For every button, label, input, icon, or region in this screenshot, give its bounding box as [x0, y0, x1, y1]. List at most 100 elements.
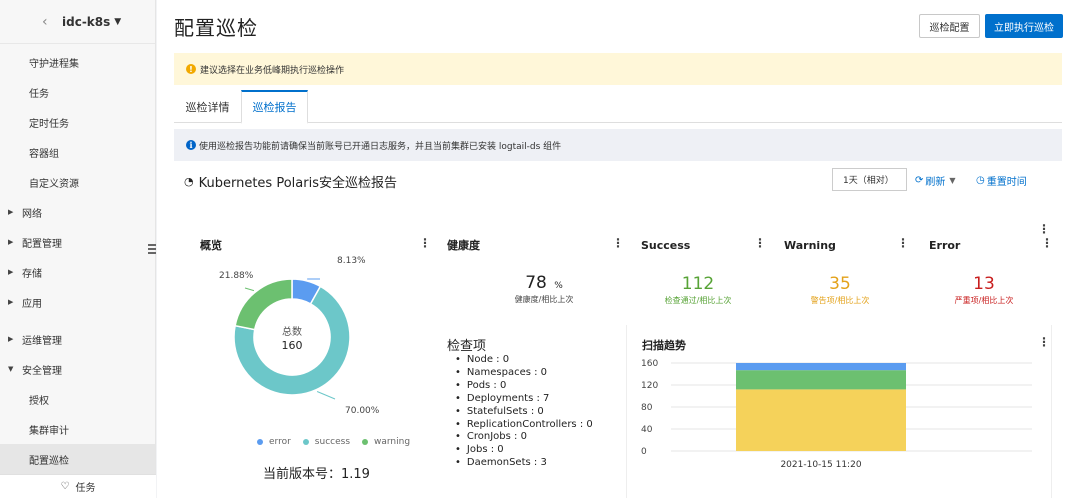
back-arrow-icon[interactable]: ‹ — [42, 14, 48, 30]
donut-center-label: 总数 — [282, 325, 302, 338]
check-item: Jobs : 0 — [455, 444, 593, 457]
sidebar-item-label: 自定义资源 — [29, 178, 79, 190]
refresh-button[interactable]: ⟳ 刷新 ▼ — [915, 173, 956, 188]
sidebar-item-inspection[interactable]: 配置巡检 — [0, 444, 155, 474]
check-item: Deployments : 7 — [455, 393, 593, 406]
chevron-down-icon: ▼ — [949, 176, 956, 185]
check-item: Node : 0 — [455, 354, 593, 367]
error-more-icon[interactable]: ⋮ — [1041, 237, 1053, 249]
donut-slice-warning[interactable] — [234, 278, 293, 331]
sidebar-item-authorization[interactable]: 授权 — [0, 384, 155, 414]
main-content: 配置巡检 巡检配置 立即执行巡检 ! 建议选择在业务低峰期执行巡检操作 巡检详情… — [157, 0, 1080, 498]
sidebar-item-label: 容器组 — [29, 148, 59, 160]
tab-inspection-details[interactable]: 巡检详情 — [174, 90, 241, 123]
legend-dot — [362, 439, 369, 445]
sidebar-item-label: 配置管理 — [22, 238, 62, 250]
y-tick-label: 80 — [641, 403, 653, 413]
checks-title: 检查项 — [447, 339, 487, 354]
pie-chart-icon: ◔ — [184, 175, 194, 188]
scan-trend-chart: 160 120 80 40 0 2021-10-15 11:20 — [641, 359, 1032, 470]
time-range-select[interactable]: 1天（相对） — [832, 168, 907, 191]
run-inspection-button[interactable]: 立即执行巡检 — [985, 14, 1063, 38]
legend-label: success — [314, 437, 351, 447]
success-value: 112 — [681, 274, 715, 294]
refresh-label: 刷新 — [925, 177, 946, 188]
sidebar-collapse-handle[interactable] — [148, 244, 156, 256]
caret-right-icon: ▶ — [8, 268, 14, 276]
stacked-bar-segment[interactable] — [736, 389, 906, 451]
sidebar-item-audit[interactable]: 集群审计 — [0, 414, 155, 444]
sidebar-item-storage[interactable]: ▶ 存储 — [0, 257, 155, 287]
sidebar-item-daemonsets[interactable]: 守护进程集 — [0, 47, 155, 77]
legend-dot — [302, 439, 309, 445]
success-more-icon[interactable]: ⋮ — [754, 237, 766, 249]
health-label: 健康度/相比上次 — [514, 295, 574, 304]
info-text: 使用巡检报告功能前请确保当前账号已开通日志服务，并且当前集群已安装 logtai… — [199, 141, 562, 152]
sidebar-item-ops[interactable]: ▶ 运维管理 — [0, 324, 155, 354]
warning-value: 35 — [829, 274, 851, 294]
checks-list: Node : 0 Namespaces : 0 Pods : 0 Deploym… — [455, 354, 593, 470]
sidebar-item-cronjobs[interactable]: 定时任务 — [0, 107, 155, 137]
slice-value-label: 70.00% — [345, 406, 380, 416]
warning-title: Warning — [784, 239, 836, 252]
bell-icon: ♡ — [60, 481, 70, 492]
slice-leader-line — [244, 287, 255, 292]
check-item: Pods : 0 — [455, 380, 593, 393]
cluster-selector[interactable]: ‹ idc-k8s ▼ — [0, 0, 155, 44]
warning-label: 警告项/相比上次 — [810, 296, 870, 305]
dashboard-panel: ⋮ 概览 ⋮ 8.13% 70.00% 21.88% 总数 160 error succ… — [179, 213, 1055, 498]
caret-right-icon: ▶ — [8, 335, 14, 343]
task-bar-label: 任务 — [75, 483, 96, 494]
sidebar-item-label: 守护进程集 — [29, 58, 79, 70]
tab-inspection-report[interactable]: 巡检报告 — [241, 90, 308, 124]
health-title: 健康度 — [447, 239, 480, 252]
overview-legend: error success warning — [257, 437, 410, 447]
y-tick-label: 160 — [641, 359, 658, 369]
health-more-icon[interactable]: ⋮ — [612, 237, 624, 249]
report-title: ◔ Kubernetes Polaris安全巡检报告 — [184, 172, 397, 191]
trend-more-icon[interactable]: ⋮ — [1038, 336, 1050, 348]
x-tick-label: 2021-10-15 11:20 — [780, 460, 861, 470]
check-item: Namespaces : 0 — [455, 367, 593, 380]
sidebar-item-apps[interactable]: ▶ 应用 — [0, 287, 155, 317]
legend-label: warning — [374, 437, 411, 447]
sidebar-item-label: 定时任务 — [29, 118, 69, 130]
trend-title: 扫描趋势 — [642, 339, 686, 352]
legend-item-success: success — [302, 437, 351, 447]
caret-right-icon: ▶ — [8, 298, 14, 306]
check-item: ReplicationControllers : 0 — [455, 419, 593, 432]
sidebar-item-config[interactable]: ▶ 配置管理 — [0, 227, 155, 257]
sidebar-item-network[interactable]: ▶ 网络 — [0, 197, 155, 227]
reset-time-label: 重置时间 — [986, 177, 1027, 188]
warning-more-icon[interactable]: ⋮ — [897, 237, 909, 249]
reset-time-button[interactable]: ◷ 重置时间 — [976, 173, 1027, 188]
report-title-text: Kubernetes Polaris安全巡检报告 — [198, 176, 397, 191]
y-tick-label: 120 — [641, 381, 658, 391]
inspection-config-button[interactable]: 巡检配置 — [919, 14, 980, 38]
overview-more-icon[interactable]: ⋮ — [419, 237, 431, 249]
slice-leader-line — [316, 391, 336, 400]
sidebar-item-jobs[interactable]: 任务 — [0, 77, 155, 107]
sidebar-item-pods[interactable]: 容器组 — [0, 137, 155, 167]
scan-trend-panel: 扫描趋势 ⋮ 160 120 80 40 0 2021-10-15 11:20 — [626, 325, 1052, 498]
legend-dot — [257, 439, 263, 445]
sidebar-item-crd[interactable]: 自定义资源 — [0, 167, 155, 197]
error-title: Error — [929, 239, 961, 252]
overview-donut-chart: 8.13% 70.00% 21.88% 总数160 — [219, 256, 380, 416]
success-title: Success — [641, 239, 691, 252]
success-label: 检查通过/相比上次 — [664, 296, 732, 305]
stacked-bar-segment[interactable] — [736, 363, 906, 371]
stacked-bar-segment[interactable] — [736, 370, 906, 390]
donut-center-value: 160 — [282, 339, 303, 352]
refresh-icon: ⟳ — [915, 175, 924, 186]
page-title: 配置巡检 — [174, 16, 258, 40]
sidebar-item-security[interactable]: ▼ 安全管理 — [0, 354, 155, 384]
check-item: DaemonSets : 3 — [455, 457, 593, 470]
check-item: CronJobs : 0 — [455, 431, 593, 444]
task-bar[interactable]: ♡ 任务 — [0, 474, 156, 498]
sidebar-item-label: 集群审计 — [29, 425, 69, 437]
error-value: 13 — [973, 274, 995, 294]
dashboard-more-icon[interactable]: ⋮ — [1038, 223, 1050, 235]
warning-text: 建议选择在业务低峰期执行巡检操作 — [200, 65, 345, 76]
caret-down-icon: ▼ — [8, 365, 14, 373]
